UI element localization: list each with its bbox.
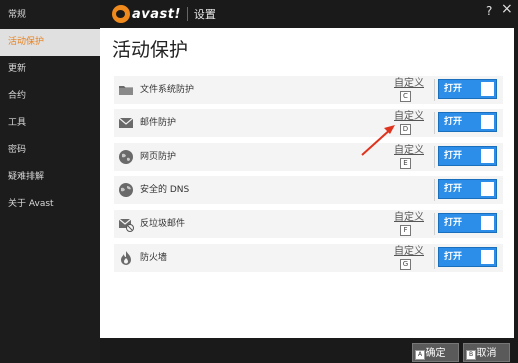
avast-logo: avast! 设置 <box>112 4 216 24</box>
title-bar: avast! 设置 ? × <box>100 0 518 28</box>
window-title: 设置 <box>193 8 216 21</box>
sidebar-item-password[interactable]: 密码 <box>0 137 100 164</box>
sidebar-item-troubleshooting[interactable]: 疑难排解 <box>0 164 100 191</box>
sidebar-item-active-protection[interactable]: 活动保护 <box>0 29 100 56</box>
settings-window: 常规 活动保护 更新 合约 工具 密码 疑难排解 关于 Avast avast!… <box>0 0 518 363</box>
ok-button[interactable]: 确定 A <box>412 343 459 362</box>
cancel-button[interactable]: 取消 B <box>463 343 510 362</box>
ok-label: 确定 <box>425 348 446 359</box>
annotation-arrow <box>361 125 395 156</box>
sidebar-item-subscription[interactable]: 合约 <box>0 83 100 110</box>
hotkey-hint: A <box>415 350 425 360</box>
sidebar-item-tools[interactable]: 工具 <box>0 110 100 137</box>
avast-logo-icon <box>112 5 130 23</box>
help-button[interactable]: ? <box>486 4 492 18</box>
sidebar-item-update[interactable]: 更新 <box>0 56 100 83</box>
close-button[interactable]: × <box>501 2 513 16</box>
sidebar-item-about[interactable]: 关于 Avast <box>0 191 100 218</box>
cancel-label: 取消 <box>476 348 497 359</box>
main-panel: 活动保护 文件系统防护 自定义 C 打开 邮件防护 自定义 D 打开 网页防护 … <box>100 28 514 338</box>
sidebar: 常规 活动保护 更新 合约 工具 密码 疑难排解 关于 Avast <box>0 0 100 363</box>
hotkey-hint: B <box>466 350 476 360</box>
logo-text: avast! <box>132 6 181 22</box>
sidebar-item-general[interactable]: 常规 <box>0 2 100 29</box>
title-divider <box>186 7 188 21</box>
